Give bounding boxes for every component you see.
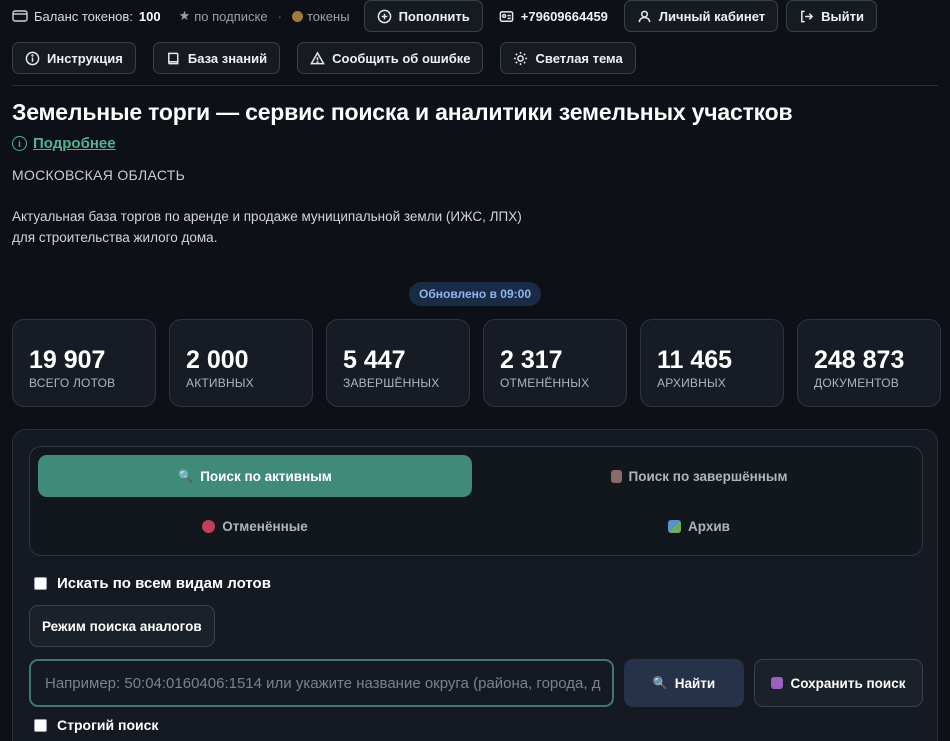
- phone-button[interactable]: +79609664459: [491, 0, 616, 32]
- stat-label: АКТИВНЫХ: [186, 376, 254, 390]
- logout-button[interactable]: Выйти: [786, 0, 878, 32]
- token-balance: Баланс токенов: 100 ★ по подписке · токе…: [12, 0, 350, 32]
- stat-documents: 248 873 ДОКУМЕНТОВ: [797, 319, 941, 407]
- theme-label: Светлая тема: [535, 50, 623, 66]
- knowledge-label: База знаний: [187, 50, 268, 66]
- checkbox-box[interactable]: [34, 718, 47, 732]
- warning-icon: [310, 50, 326, 64]
- stat-label: ДОКУМЕНТОВ: [814, 376, 900, 390]
- toolbar: Инструкция База знаний Сообщить об ошибк…: [12, 42, 636, 74]
- instruction-button[interactable]: Инструкция: [12, 42, 136, 74]
- save-label: Сохранить поиск: [790, 675, 906, 691]
- knowledge-base-button[interactable]: База знаний: [152, 42, 281, 74]
- logout-label: Выйти: [821, 8, 865, 24]
- id-card-icon: [499, 10, 514, 22]
- checkbox-label: Строгий поиск: [57, 717, 159, 733]
- clipboard-icon: [610, 469, 622, 483]
- stat-cancelled: 2 317 ОТМЕНЁННЫХ: [483, 319, 627, 407]
- sun-icon: [514, 51, 528, 65]
- divider: [12, 85, 938, 86]
- archive-icon: [668, 519, 682, 533]
- all-lot-types-checkbox[interactable]: Искать по всем видам лотов: [34, 575, 271, 592]
- checkbox-box[interactable]: [34, 577, 47, 590]
- cabinet-label: Личный кабинет: [658, 8, 766, 24]
- stat-value: 2 317: [500, 346, 563, 374]
- prohibited-icon: [202, 519, 216, 533]
- strict-search-checkbox[interactable]: Строгий поиск: [34, 717, 158, 733]
- user-icon: [638, 10, 651, 22]
- search-input[interactable]: [45, 674, 612, 692]
- report-label: Сообщить об ошибке: [332, 50, 471, 66]
- stat-value: 19 907: [29, 346, 106, 374]
- book-icon: [167, 52, 179, 64]
- info-circle-icon: i: [12, 136, 27, 151]
- magnifier-icon: 🔍: [178, 469, 194, 483]
- separator-dot: ·: [277, 8, 282, 24]
- tab-archive[interactable]: Архив: [482, 505, 916, 547]
- magnifier-icon: 🔍: [652, 676, 668, 690]
- tab-label: Отменённые: [222, 518, 308, 534]
- search-field[interactable]: [29, 659, 614, 707]
- info-icon: [25, 51, 40, 65]
- stats-row: 19 907 ВСЕГО ЛОТОВ 2 000 АКТИВНЫХ 5 447 …: [12, 319, 941, 407]
- tab-label: Поиск по активным: [200, 468, 332, 484]
- stat-active: 2 000 АКТИВНЫХ: [169, 319, 313, 407]
- stat-value: 248 873: [814, 346, 905, 374]
- tokens-label: токены: [306, 8, 350, 24]
- updated-badge: Обновлено в 09:00: [409, 282, 541, 306]
- star-icon: ★: [178, 8, 191, 23]
- stat-total-lots: 19 907 ВСЕГО ЛОТОВ: [12, 319, 156, 407]
- find-button[interactable]: 🔍 Найти: [624, 659, 744, 707]
- balance-value: 100: [138, 8, 161, 24]
- topup-button[interactable]: Пополнить: [363, 0, 483, 32]
- plus-circle-icon: [377, 9, 391, 23]
- more-link[interactable]: Подробнее: [33, 135, 116, 152]
- search-panel: 🔍 Поиск по активным Поиск по завершённым…: [12, 429, 938, 741]
- stat-label: ВСЕГО ЛОТОВ: [29, 376, 116, 390]
- floppy-disk-icon: [771, 677, 784, 689]
- report-error-button[interactable]: Сообщить об ошибке: [297, 42, 484, 74]
- stat-label: ЗАВЕРШЁННЫХ: [343, 376, 440, 390]
- checkbox-label: Искать по всем видам лотов: [57, 575, 271, 592]
- logout-icon: [801, 10, 814, 22]
- tab-cancelled[interactable]: Отменённые: [38, 505, 472, 547]
- subscription-note: ★ по подписке: [179, 8, 268, 24]
- stat-value: 5 447: [343, 346, 406, 374]
- stat-label: ОТМЕНЁННЫХ: [500, 376, 590, 390]
- page-title: Земельные торги — сервис поиска и аналит…: [12, 99, 793, 125]
- more-link-row: i Подробнее: [12, 135, 116, 152]
- instruction-label: Инструкция: [47, 50, 123, 66]
- search-tabs: 🔍 Поиск по активным Поиск по завершённым…: [29, 446, 923, 556]
- wallet-icon: [12, 10, 28, 22]
- find-label: Найти: [674, 675, 716, 691]
- topup-label: Пополнить: [398, 8, 470, 24]
- coin-icon: [291, 10, 303, 22]
- stat-archived: 11 465 АРХИВНЫХ: [640, 319, 784, 407]
- tab-search-completed[interactable]: Поиск по завершённым: [482, 455, 916, 497]
- phone-label: +79609664459: [520, 8, 608, 24]
- save-search-button[interactable]: Сохранить поиск: [754, 659, 923, 707]
- top-bar: Баланс токенов: 100 ★ по подписке · токе…: [12, 0, 878, 32]
- tab-label: Архив: [688, 518, 730, 534]
- subscription-label: по подписке: [194, 8, 268, 24]
- stat-label: АРХИВНЫХ: [657, 376, 726, 390]
- cabinet-button[interactable]: Личный кабинет: [623, 0, 779, 32]
- tokens-note: токены: [291, 8, 350, 24]
- analog-search-mode-button[interactable]: Режим поиска аналогов: [29, 605, 215, 647]
- tab-search-active[interactable]: 🔍 Поиск по активным: [38, 455, 472, 497]
- stat-value: 2 000: [186, 346, 249, 374]
- region-label: МОСКОВСКАЯ ОБЛАСТЬ: [12, 167, 186, 183]
- balance-label: Баланс токенов:: [34, 8, 133, 24]
- stat-completed: 5 447 ЗАВЕРШЁННЫХ: [326, 319, 470, 407]
- theme-toggle-button[interactable]: Светлая тема: [500, 42, 636, 74]
- service-description: Актуальная база торгов по аренде и прода…: [12, 209, 522, 245]
- tab-label: Поиск по завершённым: [628, 468, 788, 484]
- stat-value: 11 465: [657, 346, 733, 374]
